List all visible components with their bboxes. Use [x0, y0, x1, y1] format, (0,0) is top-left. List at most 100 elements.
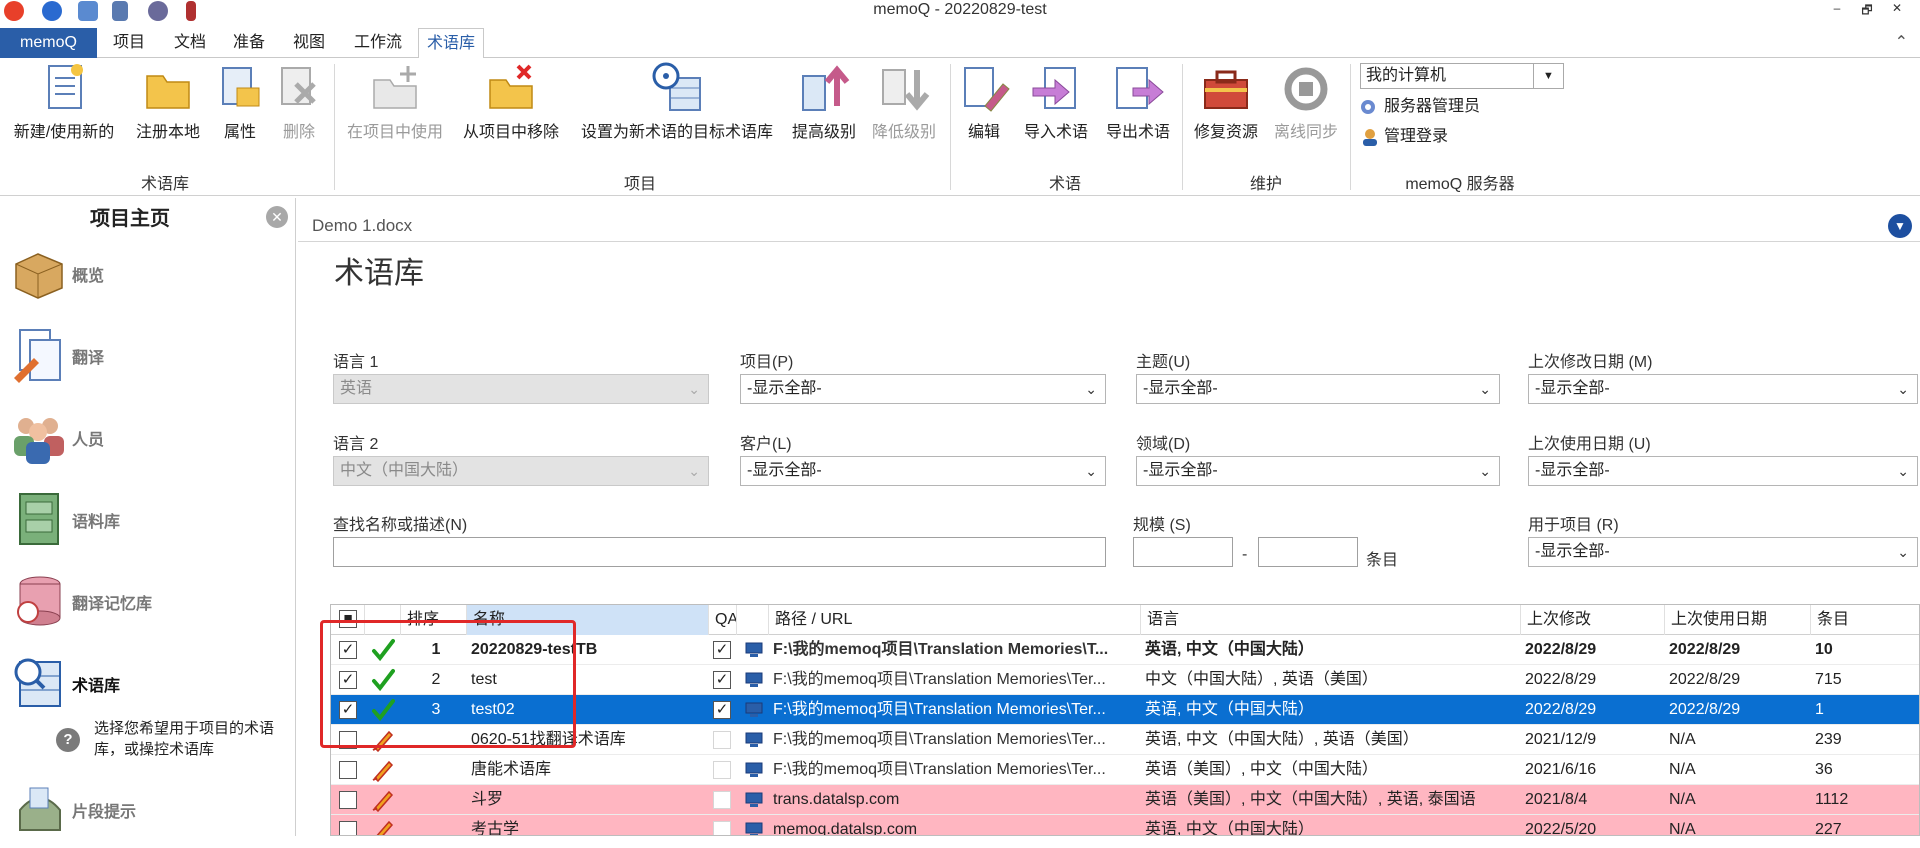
offline-sync-button[interactable]: 离线同步	[1268, 62, 1344, 142]
nav-item-muses[interactable]: 片段提示	[10, 776, 290, 848]
server-admin-button[interactable]: 服务器管理员	[1360, 96, 1480, 118]
project-filter-select[interactable]: -显示全部- ⌄	[740, 374, 1106, 404]
size-label: 规模 (S)	[1133, 517, 1191, 534]
repair-resource-button[interactable]: 修复资源	[1188, 62, 1264, 142]
new-use-button[interactable]: 新建/使用新的	[8, 62, 120, 142]
qa-checkbox[interactable]	[713, 731, 731, 749]
minimize-button[interactable]: –	[1826, 1, 1848, 15]
subject-filter-value: -显示全部-	[1143, 380, 1218, 397]
close-window-button[interactable]: ✕	[1886, 1, 1908, 15]
entries-cell: 1	[1815, 701, 1824, 718]
table-row[interactable]: 唐能术语库 F:\我的memoq项目\Translation Memories\T…	[331, 755, 1919, 785]
collapse-ribbon-icon[interactable]: ⌃	[1895, 32, 1908, 52]
qa-checkbox[interactable]: ✓	[713, 671, 731, 689]
modified-cell: 2021/6/16	[1525, 761, 1597, 778]
domain-filter-select[interactable]: -显示全部- ⌄	[1136, 456, 1500, 486]
entries-cell: 36	[1815, 761, 1833, 778]
client-filter-select[interactable]: -显示全部- ⌄	[740, 456, 1106, 486]
size-to-input[interactable]	[1258, 537, 1358, 567]
tab-workflow[interactable]: 工作流	[346, 28, 410, 58]
search-label: 查找名称或描述(N)	[333, 517, 468, 534]
edit-label: 编辑	[967, 124, 1000, 141]
size-from-input[interactable]	[1133, 537, 1233, 567]
box-icon	[10, 244, 68, 302]
table-row[interactable]: 斗罗 trans.datalsp.com 英语（美国）, 中文（中国大陆）, 英语,…	[331, 785, 1919, 815]
chevron-down-icon: ⌄	[688, 463, 700, 479]
set-target-button[interactable]: 设置为新术语的目标术语库	[574, 62, 780, 142]
document-tab[interactable]: Demo 1.docx	[312, 216, 412, 236]
search-input[interactable]	[333, 537, 1106, 567]
last-used-column-header[interactable]: 上次使用日期	[1665, 605, 1811, 635]
nav-item-people[interactable]: 人员	[10, 404, 290, 476]
tab-prepare[interactable]: 准备	[225, 28, 273, 58]
chevron-down-icon[interactable]: ▼	[1533, 64, 1563, 88]
properties-button[interactable]: 属性	[210, 62, 270, 142]
group-label-server: memoQ 服务器	[1405, 176, 1515, 193]
client-filter-label: 客户(L)	[740, 436, 792, 453]
restore-button[interactable]: 🗗	[1856, 1, 1878, 22]
language1-value: 英语	[340, 380, 373, 397]
last-modified-filter-select[interactable]: -显示全部- ⌄	[1528, 374, 1918, 404]
qa-checkbox[interactable]	[713, 791, 731, 809]
server-select[interactable]: 我的计算机 ▼	[1360, 63, 1564, 89]
lower-rank-button[interactable]: 降低级别	[868, 62, 940, 142]
row-checkbox[interactable]	[339, 791, 357, 809]
row-checkbox[interactable]	[339, 761, 357, 779]
qa-checkbox[interactable]: ✓	[713, 701, 731, 719]
path-column-header[interactable]: 路径 / URL	[769, 605, 1141, 635]
nav-label: 翻译	[72, 350, 105, 367]
entries-column-header[interactable]: 条目	[1811, 605, 1919, 635]
register-local-button[interactable]: 注册本地	[128, 62, 208, 142]
last-modified-column-header[interactable]: 上次修改	[1521, 605, 1665, 635]
tab-view[interactable]: 视图	[285, 28, 333, 58]
used-in-project-select[interactable]: -显示全部- ⌄	[1528, 537, 1918, 567]
chevron-down-icon: ⌄	[1897, 381, 1909, 397]
chevron-down-icon: ⌄	[1479, 381, 1491, 397]
qa-checkbox[interactable]: ✓	[713, 641, 731, 659]
row-checkbox[interactable]	[339, 821, 357, 835]
translation-docs-icon	[10, 326, 68, 384]
language2-select[interactable]: 中文（中国大陆） ⌄	[333, 456, 709, 486]
tab-dropdown-icon[interactable]: ▼	[1888, 214, 1912, 238]
close-icon[interactable]: ✕	[266, 206, 288, 228]
language1-select[interactable]: 英语 ⌄	[333, 374, 709, 404]
qa-checkbox[interactable]	[713, 821, 731, 835]
language1-label: 语言 1	[333, 354, 379, 371]
qa-column-header[interactable]: QA	[709, 605, 737, 635]
last-used-filter-select[interactable]: -显示全部- ⌄	[1528, 456, 1918, 486]
nav-item-overview[interactable]: 概览	[10, 240, 290, 312]
termbase-icon	[10, 654, 68, 712]
export-terms-button[interactable]: 导出术语	[1100, 62, 1176, 142]
nav-label: 语料库	[72, 514, 121, 531]
language-column-header[interactable]: 语言	[1141, 605, 1521, 635]
admin-login-button[interactable]: 管理登录	[1360, 126, 1448, 148]
import-terms-button[interactable]: 导入术语	[1018, 62, 1094, 142]
edit-button[interactable]: 编辑	[956, 62, 1012, 142]
tab-termbases[interactable]: 术语库	[418, 28, 485, 59]
nav-item-translation-memories[interactable]: 翻译记忆库	[10, 568, 290, 640]
target-termbase-icon	[650, 62, 704, 116]
nav-item-translation[interactable]: 翻译	[10, 322, 290, 394]
group-label-maintenance: 维护	[1249, 176, 1282, 193]
local-computer-icon	[745, 762, 763, 778]
tab-project[interactable]: 项目	[105, 28, 153, 58]
chevron-down-icon: ⌄	[688, 381, 700, 397]
raise-rank-button[interactable]: 提高级别	[788, 62, 860, 142]
nav-item-corpora[interactable]: 语料库	[10, 486, 290, 558]
help-icon[interactable]: ?	[56, 728, 80, 752]
use-in-project-button[interactable]: 在项目中使用	[340, 62, 450, 142]
project-filter-label: 项目(P)	[740, 354, 794, 371]
location-column-header[interactable]	[737, 605, 769, 635]
delete-button[interactable]: 删除	[270, 62, 328, 142]
local-computer-icon	[745, 732, 763, 748]
lower-rank-label: 降低级别	[871, 124, 936, 141]
path-cell: F:\我的memoq项目\Translation Memories\Ter...	[773, 731, 1106, 748]
qa-checkbox[interactable]	[713, 761, 731, 779]
tab-documents[interactable]: 文档	[166, 28, 214, 58]
file-tab[interactable]: memoQ	[0, 28, 97, 58]
remove-from-project-button[interactable]: 从项目中移除	[456, 62, 566, 142]
nav-item-termbases[interactable]: 术语库	[10, 650, 290, 722]
table-row[interactable]: 考古学 memoq.datalsp.com 英语, 中文（中国大陆） 2022/5/2…	[331, 815, 1919, 835]
nav-label: 人员	[72, 432, 105, 449]
subject-filter-select[interactable]: -显示全部- ⌄	[1136, 374, 1500, 404]
